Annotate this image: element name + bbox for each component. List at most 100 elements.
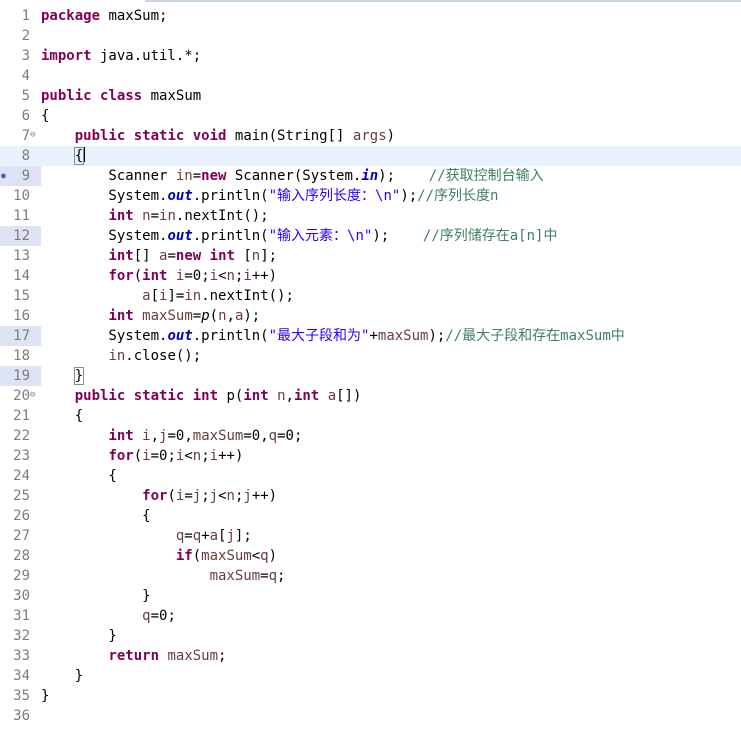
code-text[interactable]: maxSum=q; [41, 566, 286, 586]
code-line[interactable]: 34 } [0, 666, 741, 686]
code-line[interactable]: 15 a[i]=in.nextInt(); [0, 286, 741, 306]
code-token: { [41, 468, 117, 484]
code-text[interactable]: System.out.println("输入序列长度：\n");//序列长度n [41, 186, 498, 206]
code-line[interactable]: 25 for(i=j;j<n;j++) [0, 486, 741, 506]
code-line[interactable]: 3 import java.util.*; [0, 46, 741, 66]
code-text[interactable]: public static void main(String[] args) [41, 126, 395, 146]
code-text[interactable]: int n=in.nextInt(); [41, 206, 268, 226]
code-line[interactable]: 4 [0, 66, 741, 86]
line-number: 7 [21, 128, 30, 144]
code-text[interactable]: for(int i=0;i<n;i++) [41, 266, 277, 286]
keyword-token: int [293, 388, 320, 404]
code-line[interactable]: 33 return maxSum; [0, 646, 741, 666]
line-number: 16 [13, 308, 30, 324]
code-line[interactable]: 12 System.out.println("输入元素：\n"); //序列储存… [0, 226, 741, 246]
line-number: 8 [21, 148, 30, 164]
code-line[interactable]: 2 [0, 26, 741, 46]
keyword-token: static [133, 388, 185, 404]
code-text[interactable]: q=0; [41, 606, 176, 626]
code-text[interactable]: } [41, 686, 49, 706]
code-text[interactable]: q=q+a[j]; [41, 526, 252, 546]
line-number: 36 [13, 708, 30, 724]
code-line[interactable]: 11 int n=in.nextInt(); [0, 206, 741, 226]
breakpoint-marker-icon[interactable]: ● [1, 171, 6, 181]
code-line[interactable]: 22 int i,j=0,maxSum=0,q=0; [0, 426, 741, 446]
code-text[interactable]: import java.util.*; [41, 46, 201, 66]
code-line[interactable]: 28 if(maxSum<q) [0, 546, 741, 566]
code-line[interactable]: 32 } [0, 626, 741, 646]
code-line[interactable]: 7 ⊖ public static void main(String[] args… [0, 126, 741, 146]
code-line[interactable]: 20 ⊖ public static int p(int n,int a[]) [0, 386, 741, 406]
code-text[interactable]: Scanner in=new Scanner(System.in); //获取控… [41, 166, 543, 186]
code-line[interactable]: 10 System.out.println("输入序列长度：\n");//序列长… [0, 186, 741, 206]
code-line[interactable]: 9 ● Scanner in=new Scanner(System.in); //… [0, 166, 741, 186]
keyword-token: new [175, 248, 202, 264]
code-line[interactable]: 35} [0, 686, 741, 706]
code-text[interactable]: a[i]=in.nextInt(); [41, 286, 294, 306]
code-text[interactable]: public class maxSum [41, 86, 201, 106]
code-line[interactable]: 31 q=0; [0, 606, 741, 626]
code-text[interactable]: } [41, 666, 83, 686]
code-line[interactable]: 29 maxSum=q; [0, 566, 741, 586]
code-line[interactable]: 16 int maxSum=p(n,a); [0, 306, 741, 326]
code-text[interactable]: for(i=j;j<n;j++) [41, 486, 277, 506]
code-line[interactable]: 36 [0, 706, 741, 726]
code-text[interactable]: { [41, 466, 117, 486]
local-variable-token: q [268, 428, 278, 444]
code-line[interactable]: 19 } [0, 366, 741, 386]
code-editor[interactable]: 1 package maxSum; 2 3 import java.util.*; 4 5 p… [0, 6, 741, 726]
code-text[interactable]: return maxSum; [41, 646, 226, 666]
code-line[interactable]: 13 int[] a=new int [n]; [0, 246, 741, 266]
code-line[interactable]: 24 { [0, 466, 741, 486]
fold-toggle-icon[interactable]: ⊖ [30, 390, 35, 400]
keyword-token: return [108, 648, 160, 664]
code-text[interactable]: System.out.println("最大子段和为"+maxSum);//最大… [41, 326, 624, 346]
code-text[interactable]: { [41, 406, 83, 426]
code-text[interactable]: in.close(); [41, 346, 201, 366]
keyword-token: public [74, 128, 126, 144]
code-text[interactable]: int i,j=0,maxSum=0,q=0; [41, 426, 302, 446]
code-token: ); [400, 188, 418, 204]
code-token: .println( [192, 328, 269, 344]
code-text[interactable]: } [41, 626, 116, 646]
code-line[interactable]: 30 } [0, 586, 741, 606]
code-line[interactable]: 14 for(int i=0;i<n;i++) [0, 266, 741, 286]
code-line[interactable]: 23 for(i=0;i<n;i++) [0, 446, 741, 466]
code-token: System. [41, 188, 168, 204]
code-text[interactable]: { [41, 506, 150, 526]
code-text[interactable]: System.out.println("输入元素：\n"); //序列储存在a[… [41, 226, 557, 246]
code-line[interactable]: 17 System.out.println("最大子段和为"+maxSum);/… [0, 326, 741, 346]
code-line[interactable]: 18 in.close(); [0, 346, 741, 366]
code-text[interactable]: { [41, 146, 86, 166]
code-token: java.util.*; [91, 48, 202, 64]
code-text[interactable]: } [41, 366, 85, 386]
code-text[interactable]: for(i=0;i<n;i++) [41, 446, 243, 466]
local-variable-token: maxSum [209, 568, 261, 584]
code-token: < [184, 448, 193, 464]
code-token: = [167, 248, 176, 264]
code-token: ); [372, 228, 423, 244]
code-line[interactable]: 26 { [0, 506, 741, 526]
code-line[interactable]: 8 { [0, 146, 741, 166]
code-text[interactable]: public static int p(int n,int a[]) [41, 386, 362, 406]
fold-toggle-icon[interactable]: ⊖ [30, 130, 35, 140]
code-text[interactable]: int[] a=new int [n]; [41, 246, 277, 266]
code-token: = [192, 168, 202, 184]
code-text[interactable]: } [41, 586, 150, 606]
code-text[interactable]: int maxSum=p(n,a); [41, 306, 260, 326]
code-line[interactable]: 5 public class maxSum [0, 86, 741, 106]
code-line[interactable]: 27 q=q+a[j]; [0, 526, 741, 546]
code-token: ; [277, 568, 286, 584]
code-line[interactable]: 6{ [0, 106, 741, 126]
code-token: = [260, 568, 269, 584]
code-text[interactable]: if(maxSum<q) [41, 546, 277, 566]
line-number: 11 [13, 208, 30, 224]
code-line[interactable]: 21 { [0, 406, 741, 426]
code-text[interactable]: package maxSum; [41, 6, 167, 26]
code-line[interactable]: 1 package maxSum; [0, 6, 741, 26]
code-text[interactable]: { [41, 106, 49, 126]
